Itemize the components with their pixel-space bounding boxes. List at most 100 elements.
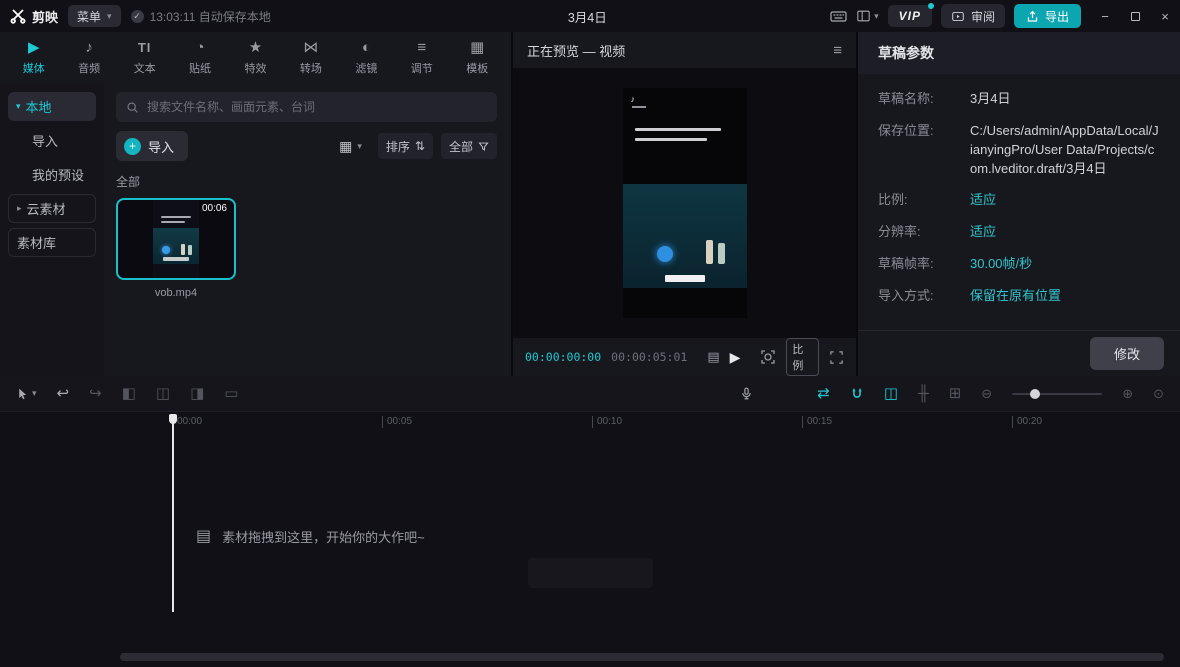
undo-button[interactable]: ↩: [57, 386, 70, 401]
shortcut-keyboard-button[interactable]: [830, 9, 847, 24]
section-label: 全部: [116, 173, 497, 190]
delete-button[interactable]: ▭: [224, 386, 238, 401]
export-button[interactable]: 导出: [1014, 4, 1081, 28]
param-label: 导入方式:: [878, 287, 970, 306]
focus-preview-button[interactable]: [760, 349, 776, 365]
export-label: 导出: [1045, 8, 1069, 25]
param-row-ratio: 比例: 适应: [878, 191, 1160, 210]
sidebar-item-cloud[interactable]: ▸ 云素材: [8, 194, 96, 223]
select-tool-button[interactable]: ▾: [16, 387, 37, 401]
ratio-button[interactable]: 比例: [786, 338, 819, 376]
horizontal-scrollbar[interactable]: [120, 653, 1164, 661]
preview-panel: 正在预览 — 视频 ≡ ♪: [513, 32, 858, 376]
clip-duration: 00:06: [202, 203, 227, 214]
param-value[interactable]: 适应: [970, 223, 996, 242]
timeline-ruler[interactable]: 00:00 00:05 00:10 00:15 00:20: [0, 412, 1180, 434]
param-value[interactable]: 30.00帧/秒: [970, 255, 1032, 274]
record-voiceover-button[interactable]: [740, 386, 753, 401]
zoom-in-button[interactable]: ⊕: [1122, 387, 1133, 400]
menu-button[interactable]: 菜单 ▾: [68, 5, 121, 27]
sidebar-item-presets[interactable]: 我的预设: [8, 160, 96, 189]
tab-transition[interactable]: ⋈ 转场: [283, 39, 338, 76]
microphone-icon: [740, 386, 753, 401]
zoom-out-button[interactable]: ⊖: [981, 387, 992, 400]
grid-view-icon: ▦: [339, 139, 352, 153]
review-button[interactable]: 审阅: [941, 4, 1005, 28]
autosave-status: ✓ 13:03:11 自动保存本地: [131, 8, 271, 25]
tab-sticker[interactable]: ◔ 贴纸: [172, 39, 227, 76]
undo-icon: ↩: [57, 386, 70, 401]
tab-template[interactable]: ▦ 模板: [450, 39, 505, 76]
redo-button[interactable]: ↪: [89, 386, 102, 401]
param-row-path: 保存位置: C:/Users/admin/AppData/Local/Jiany…: [878, 122, 1160, 179]
sticker-icon: ◔: [196, 39, 205, 57]
param-row-fps: 草稿帧率: 30.00帧/秒: [878, 255, 1160, 274]
params-body: 草稿名称: 3月4日 保存位置: C:/Users/admin/AppData/…: [858, 74, 1180, 330]
sidebar-item-import[interactable]: 导入: [8, 126, 96, 155]
vip-button[interactable]: VIP: [888, 5, 932, 27]
playhead[interactable]: [172, 414, 174, 612]
preview-menu-icon[interactable]: ≡: [833, 42, 842, 59]
delete-icon: ▭: [224, 386, 238, 401]
fit-timeline-button[interactable]: ⊙: [1153, 387, 1164, 400]
param-value[interactable]: 保留在原有位置: [970, 287, 1061, 306]
video-canvas[interactable]: ♪: [623, 88, 747, 318]
chevron-down-icon: ▾: [874, 11, 879, 22]
blue-orb: [657, 246, 673, 262]
param-row-resolution: 分辨率: 适应: [878, 223, 1160, 242]
tab-media[interactable]: ▶ 媒体: [6, 39, 61, 76]
cursor-icon: [16, 387, 29, 401]
tab-filter[interactable]: ◐ 滤镜: [339, 39, 394, 76]
scan-focus-icon: [760, 349, 776, 365]
effects-icon: ★: [249, 39, 262, 57]
sort-button[interactable]: 排序 ⇅: [378, 133, 433, 159]
adapt-view-button[interactable]: ⊞: [949, 386, 962, 401]
modify-button[interactable]: 修改: [1090, 337, 1164, 370]
play-button[interactable]: ▶: [730, 349, 741, 366]
titlebar: 剪映 菜单 ▾ ✓ 13:03:11 自动保存本地 3月4日 ▾: [0, 0, 1180, 32]
sidebar-item-material-library[interactable]: 素材库: [8, 228, 96, 257]
fullscreen-button[interactable]: [829, 350, 844, 365]
tab-audio[interactable]: ♪ 音频: [61, 39, 116, 76]
chevron-down-icon: ▾: [357, 141, 362, 152]
layout-switch-button[interactable]: ▾: [856, 9, 879, 23]
param-label: 分辨率:: [878, 223, 970, 242]
preview-axis-toggle[interactable]: ╫: [918, 386, 929, 401]
tab-effects[interactable]: ★ 特效: [228, 39, 283, 76]
quality-icon[interactable]: ▤: [707, 349, 719, 365]
minimize-button[interactable]: −: [1090, 0, 1120, 32]
trim-right-button[interactable]: ◨: [190, 386, 204, 401]
sidebar-item-local[interactable]: ▾ 本地: [8, 92, 96, 121]
zoom-slider-knob[interactable]: [1030, 389, 1040, 399]
total-timecode: 00:00:05:01: [611, 350, 687, 364]
trim-right-icon: ◨: [190, 386, 204, 401]
tab-label: 文本: [134, 60, 156, 76]
tab-adjust[interactable]: ≡ 调节: [394, 39, 449, 76]
search-input[interactable]: [147, 100, 487, 114]
close-button[interactable]: ×: [1150, 0, 1180, 32]
clip-scene: [153, 228, 199, 264]
auto-cut-toggle[interactable]: ⇄: [817, 386, 830, 401]
media-clip-card[interactable]: 00:06: [116, 198, 236, 299]
timeline-tracks[interactable]: ▤ 素材拖拽到这里，开始你的大作吧~: [0, 434, 1180, 667]
view-mode-button[interactable]: ▦ ▾: [331, 133, 370, 159]
tab-label: 音频: [78, 60, 100, 76]
filter-button[interactable]: 全部: [441, 133, 497, 159]
trim-left-button[interactable]: ◧: [122, 386, 136, 401]
import-button[interactable]: + 导入: [116, 131, 188, 161]
clip-video-frame: [153, 200, 199, 278]
sort-label: 排序: [386, 138, 410, 155]
watermark-text-bar: [632, 106, 646, 108]
param-value[interactable]: 适应: [970, 191, 996, 210]
playhead-handle[interactable]: [169, 414, 177, 424]
empty-hint-text: 素材拖拽到这里，开始你的大作吧~: [222, 527, 425, 546]
linkage-toggle[interactable]: ◫: [884, 386, 898, 401]
autosave-text: 13:03:11 自动保存本地: [150, 8, 271, 25]
split-button[interactable]: ◫: [156, 386, 170, 401]
timeline-zoom-slider[interactable]: [1012, 393, 1102, 395]
snap-toggle[interactable]: [850, 387, 864, 401]
tab-label: 贴纸: [189, 60, 211, 76]
tab-text[interactable]: TI 文本: [117, 39, 172, 76]
character-figure: [181, 244, 185, 255]
maximize-button[interactable]: [1120, 0, 1150, 32]
